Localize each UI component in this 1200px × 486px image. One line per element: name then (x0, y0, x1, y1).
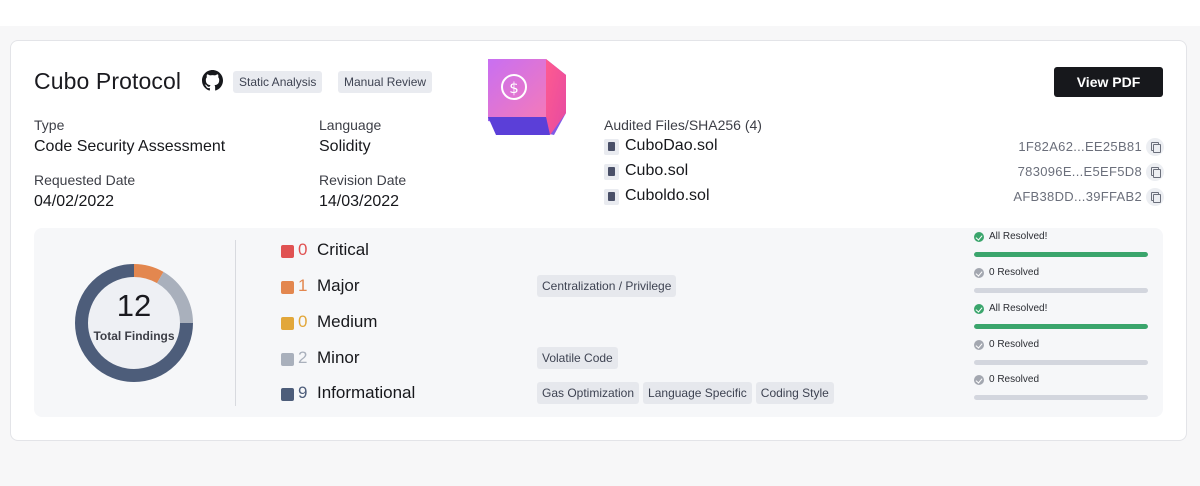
severity-count: 1 (298, 276, 308, 295)
file-icon (604, 139, 619, 155)
resolution-progress-bar (974, 288, 1148, 293)
category-tags: Volatile Code (537, 347, 618, 369)
check-circle-icon (974, 232, 984, 242)
copy-icon[interactable] (1146, 163, 1164, 181)
severity-row-minor: 2 Minor Volatile Code 0 Resolved (281, 339, 1161, 372)
check-circle-icon (974, 304, 984, 314)
category-tag[interactable]: Gas Optimization (537, 382, 640, 404)
file-hash: AFB38DD...39FFAB2 (1013, 189, 1142, 204)
pending-circle-icon (974, 375, 984, 385)
audit-card: Cubo Protocol Static Analysis Manual Rev… (10, 40, 1187, 441)
severity-swatch (281, 388, 294, 401)
severity-row-major: 1 Major Centralization / Privilege 0 Resolv… (281, 267, 1161, 300)
file-hash: 783096E...E5EF5D8 (1017, 164, 1142, 179)
category-tag[interactable]: Language Specific (643, 382, 752, 404)
category-tag[interactable]: Volatile Code (537, 347, 618, 369)
severity-swatch (281, 281, 294, 294)
copy-icon[interactable] (1146, 138, 1164, 156)
pending-circle-icon (974, 268, 984, 278)
project-logo: $ (488, 59, 566, 135)
severity-count: 0 (298, 312, 308, 331)
revision-date-value: 14/03/2022 (319, 193, 400, 210)
requested-date-label: Requested Date (34, 172, 136, 188)
project-title: Cubo Protocol (34, 68, 182, 94)
severity-name: Informational (317, 383, 416, 402)
requested-date-value: 04/02/2022 (34, 193, 115, 210)
category-tags: Gas Optimization Language Specific Coding … (537, 382, 834, 404)
severity-row-informational: 9 Informational Gas Optimization Language S… (281, 374, 1161, 407)
language-value: Solidity (319, 138, 371, 155)
severity-row-medium: 0 Medium All Resolved! (281, 303, 1161, 336)
category-tag[interactable]: Centralization / Privilege (537, 275, 677, 297)
copy-icon[interactable] (1146, 188, 1164, 206)
language-label: Language (319, 117, 382, 133)
resolution-progress-fill (974, 252, 1148, 257)
type-label: Type (34, 117, 65, 133)
category-tag[interactable]: Coding Style (755, 382, 834, 404)
file-hash: 1F82A62...EE25B81 (1018, 139, 1142, 154)
resolution-status-text: All Resolved! (989, 303, 1048, 314)
category-tags: Centralization / Privilege (537, 275, 677, 297)
severity-name: Major (317, 276, 360, 295)
total-findings-label: Total Findings (93, 329, 175, 343)
resolution-progress-bar (974, 324, 1148, 329)
revision-date-label: Revision Date (319, 172, 407, 188)
resolution-progress-bar (974, 360, 1148, 365)
resolution-progress-fill (974, 324, 1148, 329)
type-value: Code Security Assessment (34, 138, 226, 155)
severity-swatch (281, 353, 294, 366)
resolution-progress-bar (974, 395, 1148, 400)
file-icon (604, 189, 619, 205)
donut-segment-major (133, 264, 164, 284)
divider (235, 240, 236, 406)
file-name[interactable]: Cuboldo.sol (625, 187, 710, 205)
severity-name: Critical (317, 240, 369, 259)
tag-manual-review: Manual Review (338, 71, 433, 93)
severity-swatch (281, 245, 294, 258)
file-name[interactable]: CuboDao.sol (625, 137, 718, 155)
file-name[interactable]: Cubo.sol (625, 162, 688, 180)
resolution-status-text: All Resolved! (989, 231, 1048, 242)
file-row: Cuboldo.sol AFB38DD...39FFAB2 (604, 186, 1164, 208)
resolution-progress-bar (974, 252, 1148, 257)
tag-static-analysis: Static Analysis (233, 71, 323, 93)
total-findings-count: 12 (116, 288, 152, 323)
resolution-status-text: 0 Resolved (989, 267, 1040, 278)
file-row: CuboDao.sol 1F82A62...EE25B81 (604, 136, 1164, 158)
findings-panel: 12 Total Findings 0 Critical All Resolved!… (34, 228, 1163, 417)
severity-swatch (281, 317, 294, 330)
severity-row-critical: 0 Critical All Resolved! (281, 231, 1161, 264)
audited-files-heading: Audited Files/SHA256 (4) (604, 117, 762, 133)
severity-count: 2 (298, 348, 308, 367)
svg-text:$: $ (509, 79, 519, 97)
severity-count: 9 (298, 383, 308, 402)
severity-count: 0 (298, 240, 308, 259)
severity-name: Minor (317, 348, 360, 367)
pending-circle-icon (974, 340, 984, 350)
file-icon (604, 164, 619, 180)
file-row: Cubo.sol 783096E...E5EF5D8 (604, 161, 1164, 183)
resolution-status-text: 0 Resolved (989, 374, 1040, 385)
severity-name: Medium (317, 312, 378, 331)
github-icon[interactable] (202, 70, 223, 91)
top-strip (0, 0, 1200, 26)
resolution-status-text: 0 Resolved (989, 339, 1040, 350)
view-pdf-button[interactable]: View PDF (1054, 67, 1163, 97)
